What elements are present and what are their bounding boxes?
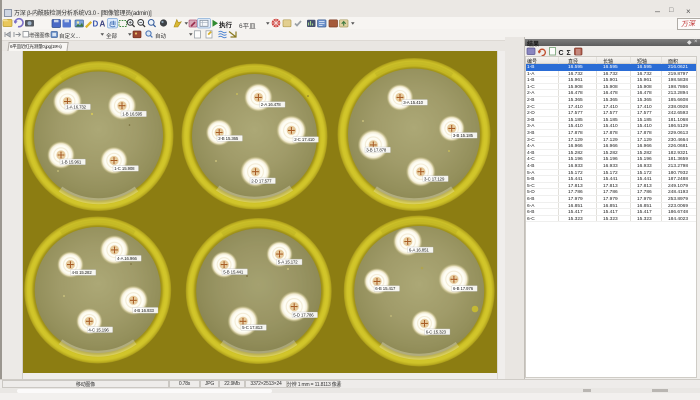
svg-text:6-B 15.417: 6-B 15.417 [375,286,396,291]
svg-text:2-D 17.577: 2-D 17.577 [251,179,272,184]
svg-text:2-B 15.365: 2-B 15.365 [218,136,239,141]
svg-text:5-D 17.786: 5-D 17.786 [293,313,314,318]
svg-text:1-A 16.732: 1-A 16.732 [66,105,86,110]
svg-text:4-B 15.282: 4-B 15.282 [72,270,93,275]
svg-text:4-B 16.933: 4-B 16.933 [134,308,155,313]
svg-text:2-A 16.478: 2-A 16.478 [261,102,281,107]
svg-text:3-B 15.185: 3-B 15.185 [453,133,474,138]
svg-text:3-C 17.129: 3-C 17.129 [424,176,445,181]
svg-text:3-A 15.410: 3-A 15.410 [403,100,423,105]
svg-text:5-C 17.813: 5-C 17.813 [242,325,263,330]
svg-text:1-C 15.908: 1-C 15.908 [114,166,135,171]
svg-text:1-B 15.961: 1-B 15.961 [61,160,82,165]
svg-text:6-C 15.323: 6-C 15.323 [426,330,447,335]
svg-text:5-B 15.441: 5-B 15.441 [223,269,244,274]
svg-text:6-B 17.976: 6-B 17.976 [453,286,474,291]
svg-text:5-A 15.172: 5-A 15.172 [278,260,298,265]
svg-text:4-A 16.966: 4-A 16.966 [117,256,137,261]
svg-text:6-A 16.851: 6-A 16.851 [409,248,429,253]
svg-text:1-B 16.595: 1-B 16.595 [122,112,143,117]
svg-text:2-C 17.410: 2-C 17.410 [294,137,315,142]
svg-text:3-B 17.878: 3-B 17.878 [366,148,387,153]
svg-text:4-C 15.196: 4-C 15.196 [88,327,109,332]
